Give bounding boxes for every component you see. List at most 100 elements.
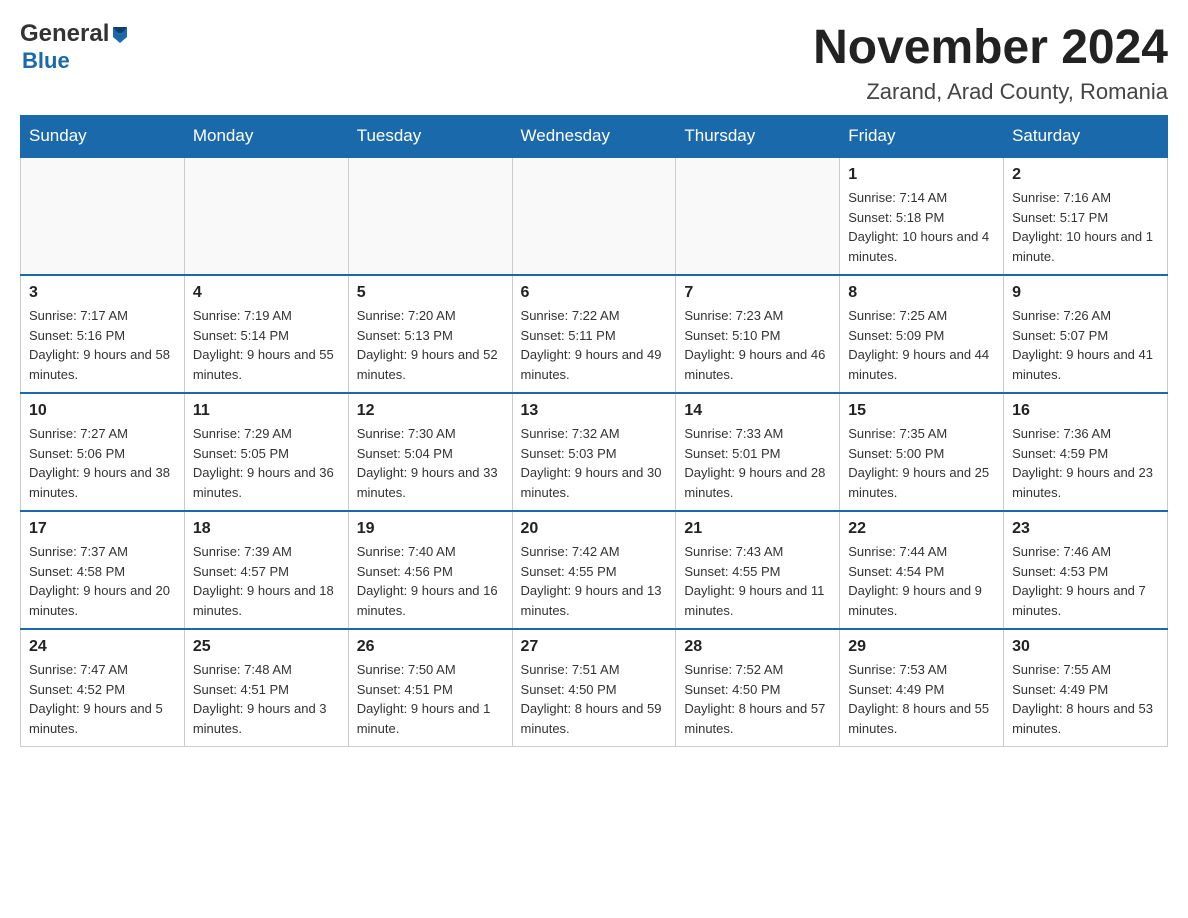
day-info: Sunrise: 7:42 AMSunset: 4:55 PMDaylight:… <box>521 542 668 620</box>
day-number: 17 <box>29 520 176 538</box>
calendar-cell: 9 Sunrise: 7:26 AMSunset: 5:07 PMDaylight… <box>1004 275 1168 393</box>
day-number: 1 <box>848 166 995 184</box>
day-info: Sunrise: 7:50 AMSunset: 4:51 PMDaylight:… <box>357 660 504 738</box>
day-info: Sunrise: 7:33 AMSunset: 5:01 PMDaylight:… <box>684 424 831 502</box>
calendar-cell: 7 Sunrise: 7:23 AMSunset: 5:10 PMDaylight… <box>676 275 840 393</box>
calendar-cell <box>184 157 348 275</box>
day-info: Sunrise: 7:23 AMSunset: 5:10 PMDaylight:… <box>684 306 831 384</box>
column-header-tuesday: Tuesday <box>348 116 512 158</box>
calendar-cell: 25 Sunrise: 7:48 AMSunset: 4:51 PMDayligh… <box>184 629 348 747</box>
column-header-wednesday: Wednesday <box>512 116 676 158</box>
day-info: Sunrise: 7:55 AMSunset: 4:49 PMDaylight:… <box>1012 660 1159 738</box>
calendar-table: SundayMondayTuesdayWednesdayThursdayFrid… <box>20 115 1168 747</box>
week-row-3: 10Sunrise: 7:27 AMSunset: 5:06 PMDayligh… <box>21 393 1168 511</box>
calendar-cell: 16 Sunrise: 7:36 AMSunset: 4:59 PMDayligh… <box>1004 393 1168 511</box>
day-number: 22 <box>848 520 995 538</box>
day-number: 6 <box>521 284 668 302</box>
day-info: Sunrise: 7:46 AMSunset: 4:53 PMDaylight:… <box>1012 542 1159 620</box>
calendar-cell: 21 Sunrise: 7:43 AMSunset: 4:55 PMDayligh… <box>676 511 840 629</box>
calendar-cell: 2Sunrise: 7:16 AMSunset: 5:17 PMDaylight… <box>1004 157 1168 275</box>
day-info: Sunrise: 7:39 AMSunset: 4:57 PMDaylight:… <box>193 542 340 620</box>
day-number: 10 <box>29 402 176 420</box>
day-number: 19 <box>357 520 504 538</box>
day-info: Sunrise: 7:43 AMSunset: 4:55 PMDaylight:… <box>684 542 831 620</box>
day-number: 5 <box>357 284 504 302</box>
calendar-cell: 3 Sunrise: 7:17 AMSunset: 5:16 PMDaylight… <box>21 275 185 393</box>
day-number: 11 <box>193 402 340 420</box>
day-number: 9 <box>1012 284 1159 302</box>
day-number: 3 <box>29 284 176 302</box>
day-number: 14 <box>684 402 831 420</box>
day-info: Sunrise: 7:53 AMSunset: 4:49 PMDaylight:… <box>848 660 995 738</box>
day-info: Sunrise: 7:44 AMSunset: 4:54 PMDaylight:… <box>848 542 995 620</box>
calendar-cell: 22 Sunrise: 7:44 AMSunset: 4:54 PMDayligh… <box>840 511 1004 629</box>
week-row-5: 24 Sunrise: 7:47 AMSunset: 4:52 PMDayligh… <box>21 629 1168 747</box>
page-header: General Blue November 2024 Zarand, Arad … <box>20 20 1168 105</box>
logo-general-text: General <box>20 20 109 48</box>
calendar-cell: 27 Sunrise: 7:51 AMSunset: 4:50 PMDayligh… <box>512 629 676 747</box>
day-info: Sunrise: 7:37 AMSunset: 4:58 PMDaylight:… <box>29 542 176 620</box>
day-number: 18 <box>193 520 340 538</box>
day-number: 25 <box>193 638 340 656</box>
day-number: 24 <box>29 638 176 656</box>
calendar-cell: 10Sunrise: 7:27 AMSunset: 5:06 PMDayligh… <box>21 393 185 511</box>
calendar-cell: 15Sunrise: 7:35 AMSunset: 5:00 PMDayligh… <box>840 393 1004 511</box>
day-info: Sunrise: 7:30 AMSunset: 5:04 PMDaylight:… <box>357 424 504 502</box>
calendar-cell: 30Sunrise: 7:55 AMSunset: 4:49 PMDayligh… <box>1004 629 1168 747</box>
column-header-monday: Monday <box>184 116 348 158</box>
day-number: 12 <box>357 402 504 420</box>
day-info: Sunrise: 7:40 AMSunset: 4:56 PMDaylight:… <box>357 542 504 620</box>
calendar-cell: 20Sunrise: 7:42 AMSunset: 4:55 PMDayligh… <box>512 511 676 629</box>
day-number: 13 <box>521 402 668 420</box>
calendar-cell: 13Sunrise: 7:32 AMSunset: 5:03 PMDayligh… <box>512 393 676 511</box>
day-info: Sunrise: 7:47 AMSunset: 4:52 PMDaylight:… <box>29 660 176 738</box>
calendar-cell: 26 Sunrise: 7:50 AMSunset: 4:51 PMDayligh… <box>348 629 512 747</box>
column-header-friday: Friday <box>840 116 1004 158</box>
column-header-saturday: Saturday <box>1004 116 1168 158</box>
calendar-cell <box>676 157 840 275</box>
title-section: November 2024 Zarand, Arad County, Roman… <box>813 20 1168 105</box>
calendar-cell: 6 Sunrise: 7:22 AMSunset: 5:11 PMDaylight… <box>512 275 676 393</box>
day-number: 27 <box>521 638 668 656</box>
day-info: Sunrise: 7:36 AMSunset: 4:59 PMDaylight:… <box>1012 424 1159 502</box>
calendar-cell: 18 Sunrise: 7:39 AMSunset: 4:57 PMDayligh… <box>184 511 348 629</box>
calendar-header-row: SundayMondayTuesdayWednesdayThursdayFrid… <box>21 116 1168 158</box>
calendar-cell: 5 Sunrise: 7:20 AMSunset: 5:13 PMDaylight… <box>348 275 512 393</box>
calendar-cell: 24 Sunrise: 7:47 AMSunset: 4:52 PMDayligh… <box>21 629 185 747</box>
column-header-sunday: Sunday <box>21 116 185 158</box>
day-number: 8 <box>848 284 995 302</box>
calendar-cell: 17 Sunrise: 7:37 AMSunset: 4:58 PMDayligh… <box>21 511 185 629</box>
day-info: Sunrise: 7:48 AMSunset: 4:51 PMDaylight:… <box>193 660 340 738</box>
column-header-thursday: Thursday <box>676 116 840 158</box>
day-info: Sunrise: 7:51 AMSunset: 4:50 PMDaylight:… <box>521 660 668 738</box>
week-row-1: 1 Sunrise: 7:14 AMSunset: 5:18 PMDaylight… <box>21 157 1168 275</box>
calendar-cell: 4Sunrise: 7:19 AMSunset: 5:14 PMDaylight… <box>184 275 348 393</box>
day-number: 16 <box>1012 402 1159 420</box>
calendar-cell: 12 Sunrise: 7:30 AMSunset: 5:04 PMDayligh… <box>348 393 512 511</box>
day-info: Sunrise: 7:29 AMSunset: 5:05 PMDaylight:… <box>193 424 340 502</box>
week-row-4: 17 Sunrise: 7:37 AMSunset: 4:58 PMDayligh… <box>21 511 1168 629</box>
calendar-cell: 14 Sunrise: 7:33 AMSunset: 5:01 PMDayligh… <box>676 393 840 511</box>
day-number: 4 <box>193 284 340 302</box>
day-info: Sunrise: 7:20 AMSunset: 5:13 PMDaylight:… <box>357 306 504 384</box>
day-info: Sunrise: 7:22 AMSunset: 5:11 PMDaylight:… <box>521 306 668 384</box>
logo-arrow-icon <box>109 23 131 45</box>
week-row-2: 3 Sunrise: 7:17 AMSunset: 5:16 PMDaylight… <box>21 275 1168 393</box>
day-info: Sunrise: 7:25 AMSunset: 5:09 PMDaylight:… <box>848 306 995 384</box>
day-number: 26 <box>357 638 504 656</box>
day-info: Sunrise: 7:14 AMSunset: 5:18 PMDaylight:… <box>848 188 995 266</box>
day-number: 21 <box>684 520 831 538</box>
day-number: 7 <box>684 284 831 302</box>
location-text: Zarand, Arad County, Romania <box>813 79 1168 105</box>
calendar-cell <box>512 157 676 275</box>
day-info: Sunrise: 7:17 AMSunset: 5:16 PMDaylight:… <box>29 306 176 384</box>
calendar-cell <box>21 157 185 275</box>
calendar-cell: 11 Sunrise: 7:29 AMSunset: 5:05 PMDayligh… <box>184 393 348 511</box>
calendar-cell <box>348 157 512 275</box>
calendar-cell: 8 Sunrise: 7:25 AMSunset: 5:09 PMDaylight… <box>840 275 1004 393</box>
day-number: 29 <box>848 638 995 656</box>
logo: General Blue <box>20 20 131 74</box>
month-title: November 2024 <box>813 20 1168 75</box>
logo-blue-text: Blue <box>22 48 70 73</box>
day-info: Sunrise: 7:26 AMSunset: 5:07 PMDaylight:… <box>1012 306 1159 384</box>
